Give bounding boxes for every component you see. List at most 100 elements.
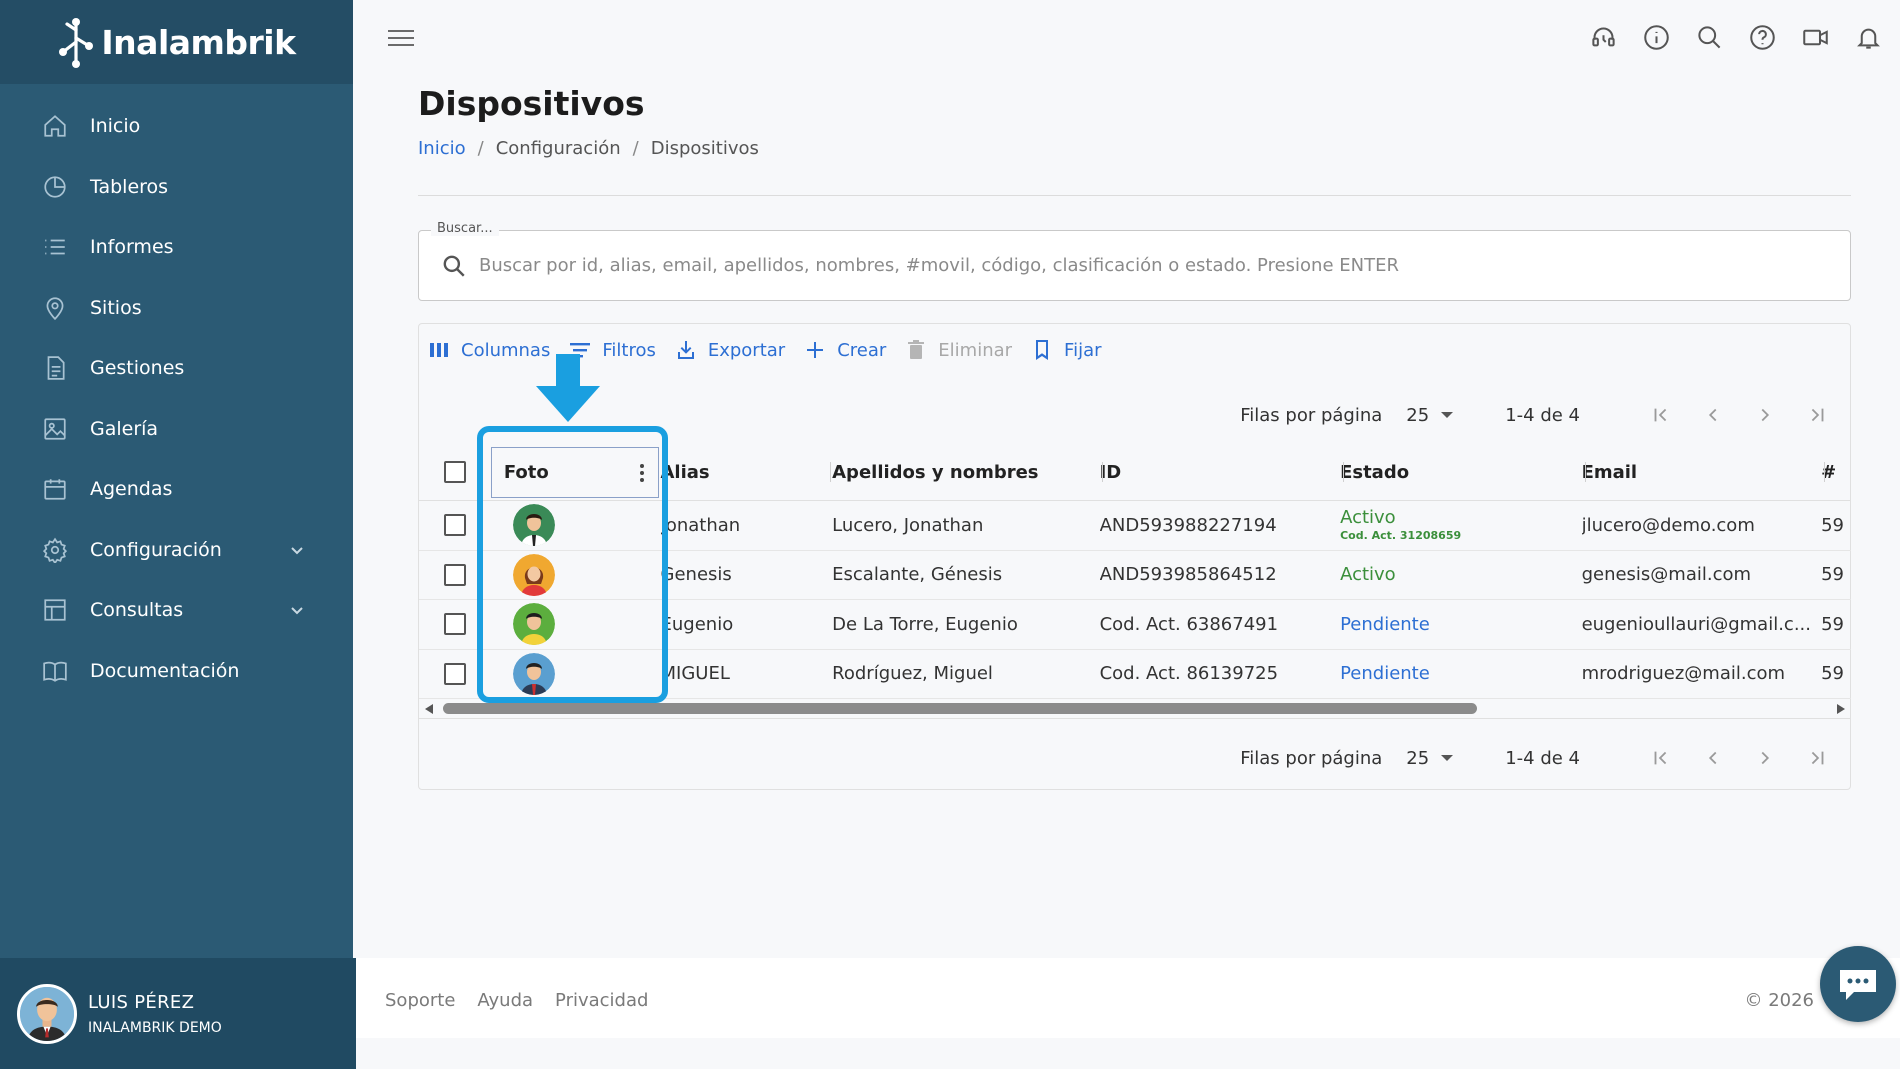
rows-per-page-select[interactable]: 25 xyxy=(1406,748,1454,769)
next-page-button[interactable] xyxy=(1750,743,1780,773)
create-button[interactable]: Crear xyxy=(803,338,886,362)
table-row[interactable]: MIGUEL Rodríguez, Miguel Cod. Act. 86139… xyxy=(419,650,1851,699)
column-separator[interactable] xyxy=(1102,462,1103,482)
arrow-down-icon xyxy=(536,354,600,422)
column-separator[interactable] xyxy=(1343,462,1344,482)
table-row[interactable]: Jonathan Lucero, Jonathan AND59398822719… xyxy=(419,501,1851,551)
cell-email: mrodriguez@mail.com xyxy=(1581,663,1786,685)
menu-toggle-button[interactable] xyxy=(388,30,414,50)
sidebar-item-informes[interactable]: Informes xyxy=(0,217,353,278)
horizontal-scrollbar[interactable] xyxy=(419,701,1851,717)
footer-link-ayuda[interactable]: Ayuda xyxy=(477,990,533,1011)
footer-link-privacidad[interactable]: Privacidad xyxy=(555,990,648,1011)
sidebar-item-inicio[interactable]: Inicio xyxy=(0,96,353,157)
table-row[interactable]: Eugenio De La Torre, Eugenio Cod. Act. 6… xyxy=(419,600,1851,650)
cell-alias: Jonathan xyxy=(660,514,741,536)
search-icon[interactable] xyxy=(1696,24,1723,51)
export-button[interactable]: Exportar xyxy=(674,338,785,362)
column-header-num[interactable]: # xyxy=(1821,462,1851,483)
sidebar-item-galeria[interactable]: Galería xyxy=(0,399,353,460)
cell-id: AND593988227194 xyxy=(1099,514,1277,536)
create-label: Crear xyxy=(837,339,887,361)
cell-nombre: De La Torre, Eugenio xyxy=(832,613,1018,635)
select-all-checkbox[interactable] xyxy=(443,461,466,483)
page-title: Dispositivos xyxy=(418,84,645,123)
breadcrumb-section: Configuración xyxy=(495,138,621,159)
column-header-alias[interactable]: Alias xyxy=(660,462,832,483)
rows-per-page-label: Filas por página xyxy=(1240,747,1383,769)
column-header-nombre[interactable]: Apellidos y nombres xyxy=(832,462,1099,483)
column-separator[interactable] xyxy=(830,462,831,482)
document-icon xyxy=(47,356,65,380)
support-headset-icon[interactable] xyxy=(1590,24,1617,51)
status-activation-code: Cod. Act. 31208659 xyxy=(1340,529,1462,543)
column-header-id[interactable]: ID xyxy=(1100,462,1341,483)
sidebar-nav: Inicio Tableros Informes Sitios Gestione… xyxy=(0,84,353,701)
breadcrumb-home-link[interactable]: Inicio xyxy=(418,138,466,159)
search-icon xyxy=(441,253,467,279)
scrollbar-thumb[interactable] xyxy=(443,703,1477,714)
column-header-label: Foto xyxy=(503,461,549,483)
prev-page-button[interactable] xyxy=(1698,743,1728,773)
sidebar-item-tableros[interactable]: Tableros xyxy=(0,157,353,218)
row-checkbox[interactable] xyxy=(443,662,466,685)
next-page-button[interactable] xyxy=(1750,400,1780,430)
scroll-left-icon[interactable] xyxy=(425,704,433,714)
sidebar-item-label: Consultas xyxy=(90,599,184,622)
sidebar-item-label: Informes xyxy=(90,236,174,259)
video-camera-icon[interactable] xyxy=(1802,24,1829,51)
row-checkbox[interactable] xyxy=(443,563,466,586)
list-icon xyxy=(45,239,65,255)
delete-button[interactable]: Eliminar xyxy=(904,338,1012,362)
breadcrumb-separator: / xyxy=(632,138,639,159)
last-page-button[interactable] xyxy=(1802,400,1832,430)
grid-toolbar: Columnas Filtros Exportar Crear Eliminar… xyxy=(427,338,1120,362)
scroll-right-icon[interactable] xyxy=(1837,704,1845,714)
chevron-down-icon xyxy=(289,542,305,558)
row-checkbox[interactable] xyxy=(443,613,466,636)
column-separator[interactable] xyxy=(1585,462,1586,482)
sidebar-item-sitios[interactable]: Sitios xyxy=(0,278,353,339)
brand-logo[interactable]: Inalambrik xyxy=(0,0,353,84)
search-input[interactable] xyxy=(479,245,1819,285)
help-icon[interactable] xyxy=(1749,24,1776,51)
chat-icon xyxy=(1840,970,1876,1000)
sidebar-item-agendas[interactable]: Agendas xyxy=(0,459,353,520)
column-separator[interactable] xyxy=(1824,462,1825,482)
sidebar-item-consultas[interactable]: Consultas xyxy=(0,580,353,641)
sidebar-item-gestiones[interactable]: Gestiones xyxy=(0,338,353,399)
rows-per-page-label: Filas por página xyxy=(1240,404,1383,426)
row-checkbox[interactable] xyxy=(443,514,466,537)
column-header-email[interactable]: Email xyxy=(1582,462,1822,483)
first-page-button[interactable] xyxy=(1646,743,1676,773)
brand-name: Inalambrik xyxy=(101,22,296,62)
column-menu-icon[interactable] xyxy=(639,463,644,482)
user-name: LUIS PÉREZ xyxy=(88,991,195,1013)
status-badge: Pendiente xyxy=(1340,613,1430,635)
user-profile[interactable]: LUIS PÉREZ INALAMBRIK DEMO xyxy=(0,958,356,1069)
first-page-button[interactable] xyxy=(1646,400,1676,430)
rows-per-page-select[interactable]: 25 xyxy=(1406,404,1454,426)
last-page-button[interactable] xyxy=(1802,743,1832,773)
pager-top: Filas por página 25 1-4 de 4 xyxy=(1240,400,1832,430)
caret-down-icon xyxy=(1441,755,1454,761)
sidebar: Inalambrik Inicio Tableros Informes Siti… xyxy=(0,0,356,1069)
prev-page-button[interactable] xyxy=(1698,400,1728,430)
column-header-foto[interactable]: Foto xyxy=(490,446,659,498)
sidebar-item-label: Agendas xyxy=(90,478,173,501)
sidebar-item-documentacion[interactable]: Documentación xyxy=(0,641,353,702)
table-row[interactable]: Genesis Escalante, Génesis AND5939858645… xyxy=(419,551,1851,600)
sidebar-item-configuracion[interactable]: Configuración xyxy=(0,520,353,581)
location-pin-icon xyxy=(46,297,64,320)
sidebar-item-label: Documentación xyxy=(90,659,240,682)
cell-alias: Genesis xyxy=(660,564,732,586)
chat-button[interactable] xyxy=(1820,946,1896,1022)
cell-num: 59 xyxy=(1821,663,1844,685)
footer-link-soporte[interactable]: Soporte xyxy=(385,990,455,1011)
info-icon[interactable] xyxy=(1643,24,1670,51)
bell-icon[interactable] xyxy=(1855,24,1882,51)
pin-button[interactable]: Fijar xyxy=(1030,338,1102,362)
rows-per-page-value: 25 xyxy=(1406,404,1430,426)
column-header-estado[interactable]: Estado xyxy=(1340,462,1582,483)
export-label: Exportar xyxy=(707,339,786,361)
